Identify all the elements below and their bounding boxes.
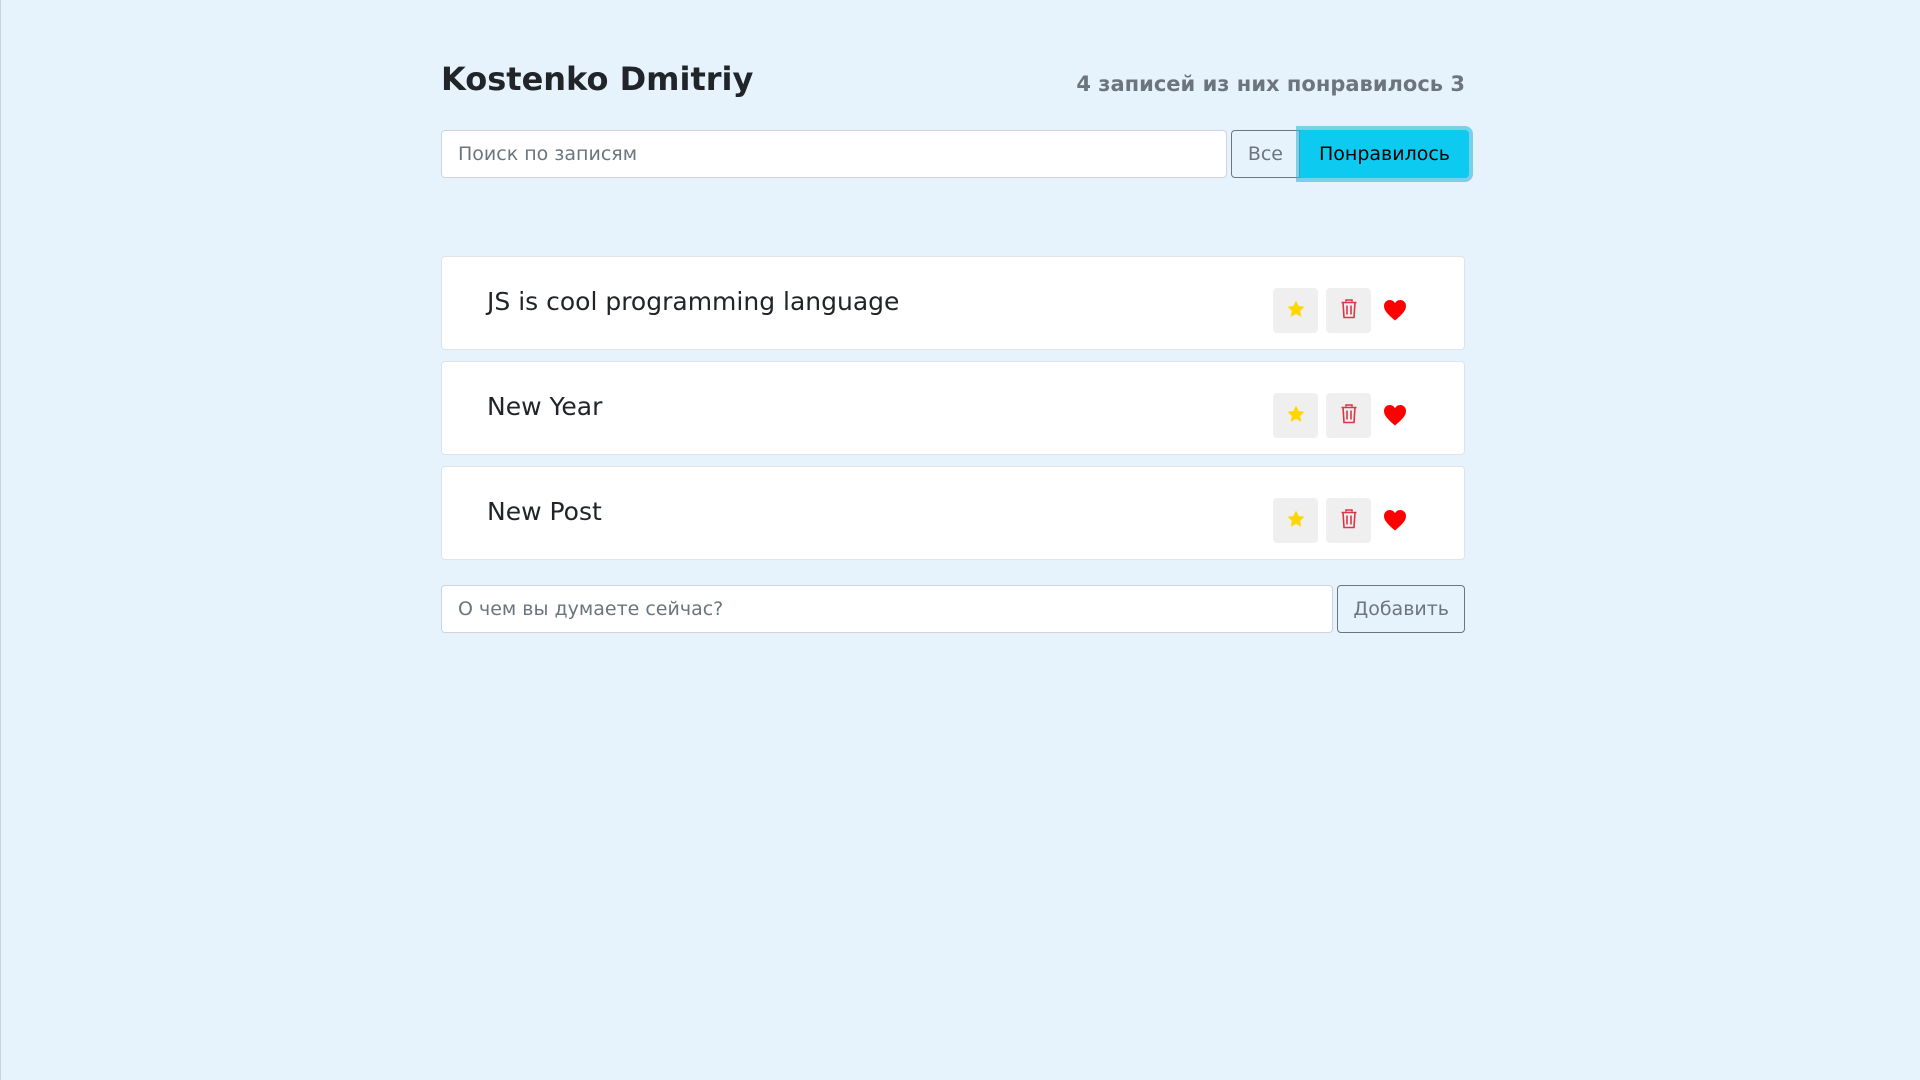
delete-button[interactable] — [1326, 393, 1371, 438]
post-label[interactable]: New Post — [487, 497, 602, 526]
list-item: New Year — [441, 361, 1465, 455]
trash-icon — [1340, 299, 1358, 322]
trash-icon — [1340, 404, 1358, 427]
heart-icon — [1382, 402, 1408, 428]
important-button[interactable] — [1273, 288, 1318, 333]
important-button[interactable] — [1273, 393, 1318, 438]
list-item: New Post — [441, 466, 1465, 560]
page-title: Kostenko Dmitriy — [441, 60, 754, 98]
app-container: Kostenko Dmitriy 4 записей из них понрав… — [441, 50, 1469, 633]
heart-icon — [1382, 297, 1408, 323]
heart-icon — [1382, 507, 1408, 533]
delete-button[interactable] — [1326, 498, 1371, 543]
delete-button[interactable] — [1326, 288, 1371, 333]
filter-all-button[interactable]: Все — [1230, 130, 1300, 178]
add-post-form: Добавить — [441, 585, 1465, 635]
search-input[interactable] — [441, 130, 1227, 178]
star-icon — [1286, 509, 1306, 532]
post-label[interactable]: New Year — [487, 392, 602, 421]
important-button[interactable] — [1273, 498, 1318, 543]
filter-liked-button[interactable]: Понравилось — [1300, 130, 1469, 178]
star-icon — [1286, 299, 1306, 322]
posts-stats: 4 записей из них понравилось 3 — [1076, 72, 1465, 96]
search-panel: Все Понравилось — [441, 130, 1469, 180]
list-item: JS is cool programming language — [441, 256, 1465, 350]
post-list: JS is cool programming language New Year — [441, 256, 1465, 571]
post-label[interactable]: JS is cool programming language — [487, 287, 899, 316]
star-icon — [1286, 404, 1306, 427]
app-header: Kostenko Dmitriy 4 записей из них понрав… — [441, 50, 1465, 110]
new-post-input[interactable] — [441, 585, 1334, 633]
trash-icon — [1340, 509, 1358, 532]
add-post-button[interactable]: Добавить — [1337, 585, 1465, 633]
